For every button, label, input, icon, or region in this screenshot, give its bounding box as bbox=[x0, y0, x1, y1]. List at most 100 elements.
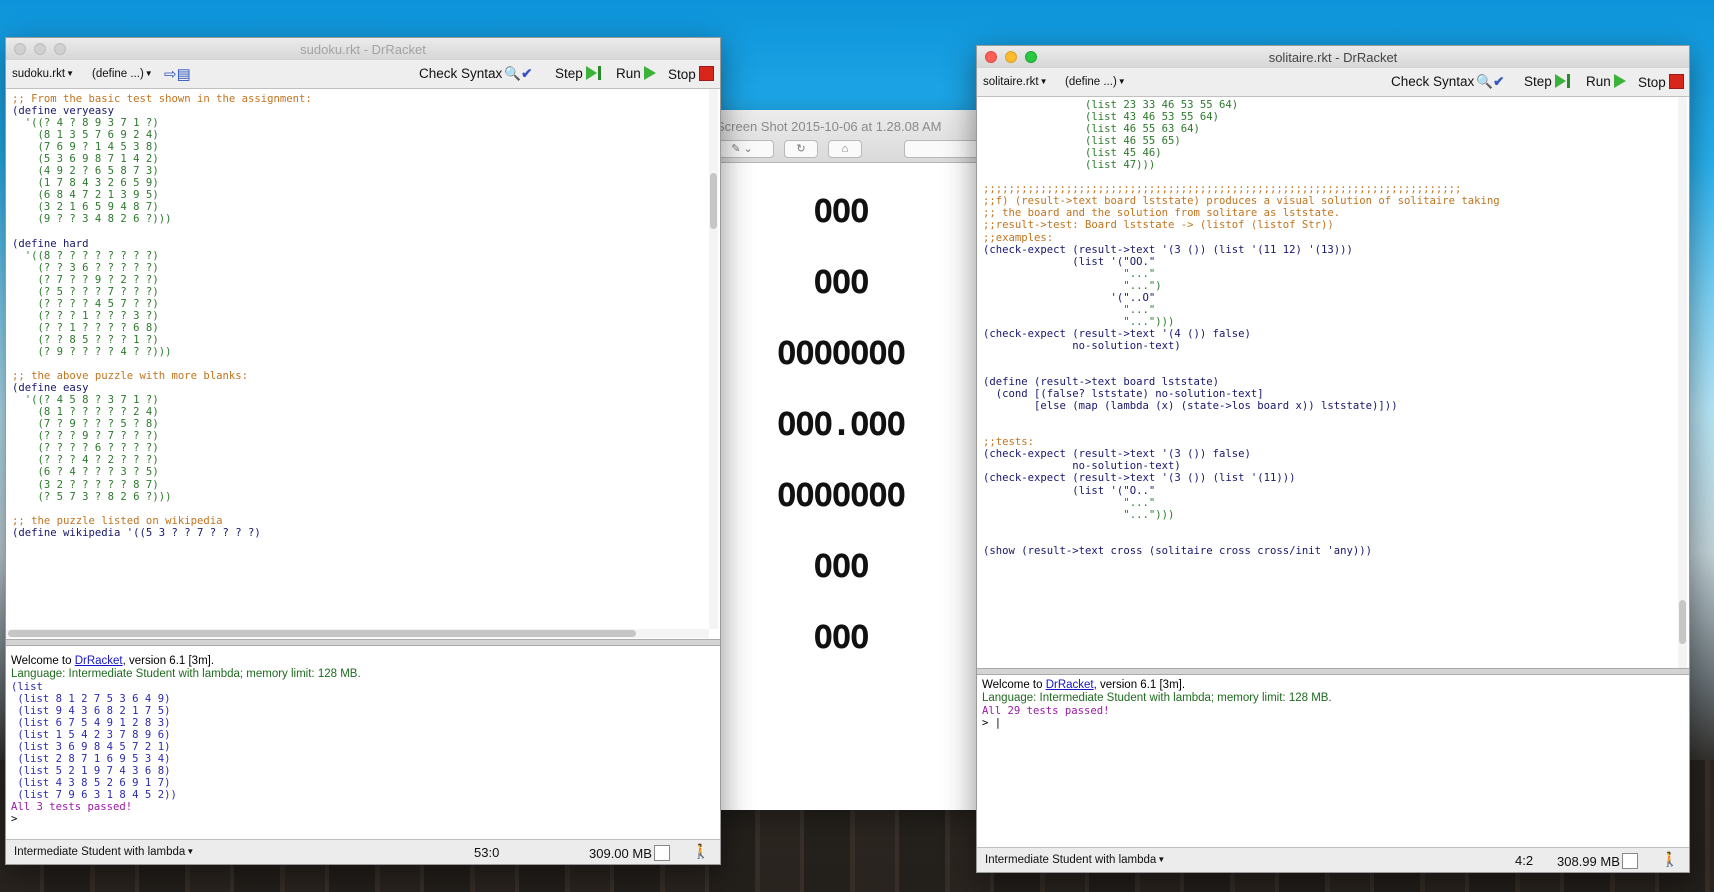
code-line: "..." bbox=[1123, 496, 1156, 509]
board-row-3: OOOOOOO bbox=[777, 334, 906, 372]
code-line: (8 1 3 5 7 6 9 2 4) bbox=[37, 129, 159, 142]
definitions-code[interactable]: (list 23 33 46 53 55 64) (list 43 46 53 … bbox=[977, 97, 1678, 557]
status-bar: Intermediate Student with lambda▼ 53:0 3… bbox=[6, 839, 720, 864]
check-syntax-button[interactable]: Check Syntax 🔍✔ bbox=[419, 66, 532, 82]
language-label: Intermediate Student with lambda bbox=[14, 846, 186, 858]
stop-button[interactable]: Stop bbox=[668, 66, 714, 82]
rotate-icon: ↻ bbox=[796, 143, 806, 155]
definitions-code[interactable]: ;; From the basic test shown in the assi… bbox=[6, 89, 709, 539]
stop-label: Stop bbox=[1638, 75, 1666, 90]
preview-title: Screen Shot 2015-10-06 at 1.28.08 AM bbox=[716, 119, 942, 134]
code-line: (? ? ? ? 6 ? ? ? ?) bbox=[37, 442, 159, 455]
step-button[interactable]: Step bbox=[555, 66, 601, 83]
code-line: (3 2 ? ? ? ? ? 8 7) bbox=[37, 478, 159, 491]
welcome-line: Welcome to DrRacket, version 6.1 [3m]. bbox=[977, 679, 1689, 692]
code-line: (define hard bbox=[12, 237, 89, 250]
check-syntax-label: Check Syntax bbox=[419, 66, 503, 81]
code-line: ;; the puzzle listed on wikipedia bbox=[12, 514, 223, 527]
code-line: (define easy bbox=[12, 382, 89, 395]
file-menu[interactable]: sudoku.rkt▼ bbox=[12, 68, 74, 80]
definitions-editor[interactable]: ;; From the basic test shown in the assi… bbox=[6, 89, 709, 629]
step-button[interactable]: Step bbox=[1524, 74, 1570, 91]
save-icon[interactable]: ⇨▤ bbox=[164, 65, 191, 83]
preview-window[interactable]: Screen Shot 2015-10-06 at 1.28.08 AM ✎ ⌄… bbox=[700, 110, 982, 810]
code-line: (? ? ? 1 ? ? ? 3 ?) bbox=[37, 309, 159, 322]
drracket-link[interactable]: DrRacket bbox=[1046, 679, 1094, 691]
stop-button[interactable]: Stop bbox=[1638, 74, 1684, 90]
welcome-text: Welcome to bbox=[982, 679, 1046, 691]
scroll-thumb[interactable] bbox=[1679, 600, 1686, 644]
sudoku-drracket-window[interactable]: sudoku.rkt - DrRacket sudoku.rkt▼ (defin… bbox=[5, 37, 721, 865]
step-label: Step bbox=[555, 66, 583, 81]
code-line: ;;result->test: Board lststate -> (listo… bbox=[983, 219, 1334, 232]
welcome-line: Welcome to DrRacket, version 6.1 [3m]. bbox=[6, 655, 720, 668]
code-line: (check-expect (result->text '(3 ()) (lis… bbox=[983, 243, 1353, 256]
board-row-6: OOO bbox=[813, 547, 870, 585]
code-line: "...") bbox=[1123, 279, 1162, 292]
chevron-down-icon: ▼ bbox=[66, 69, 74, 78]
titlebar[interactable]: sudoku.rkt - DrRacket bbox=[6, 38, 720, 61]
memory-indicator[interactable]: 308.99 MB bbox=[1557, 853, 1638, 869]
language-menu[interactable]: Intermediate Student with lambda▼ bbox=[14, 846, 194, 858]
file-menu-label: sudoku.rkt bbox=[12, 68, 66, 80]
code-line: (? 5 ? ? ? 7 ? ? ?) bbox=[37, 285, 159, 298]
editor-vertical-scrollbar[interactable] bbox=[1678, 97, 1687, 668]
editor-horizontal-scrollbar[interactable] bbox=[6, 629, 709, 638]
step-icon bbox=[1554, 74, 1570, 91]
chevron-down-icon: ⌄ bbox=[743, 143, 753, 155]
language-line: Language: Intermediate Student with lamb… bbox=[982, 692, 1332, 704]
code-line: (? ? ? 9 ? 7 ? ? ?) bbox=[37, 430, 159, 443]
memory-indicator[interactable]: 309.00 MB bbox=[589, 845, 670, 861]
code-line: no-solution-text) bbox=[1072, 339, 1181, 352]
pane-divider[interactable] bbox=[977, 668, 1689, 675]
code-line: (4 9 2 ? 6 5 8 7 3) bbox=[37, 165, 159, 178]
interactions-pane[interactable]: Welcome to DrRacket, version 6.1 [3m]. L… bbox=[977, 676, 1689, 848]
code-line: [else (map (lambda (x) (state->los board… bbox=[1034, 400, 1398, 413]
code-line: (7 ? 9 ? ? ? 5 ? 8) bbox=[37, 418, 159, 431]
code-line: (check-expect (result->text '(4 ()) fals… bbox=[983, 327, 1251, 340]
chevron-down-icon: ▼ bbox=[186, 847, 195, 856]
output-line: (list 1 5 4 2 3 7 8 9 6) bbox=[17, 729, 171, 742]
running-man-icon: 🚶 bbox=[692, 843, 710, 859]
toolbox-button[interactable]: ⌂ bbox=[828, 140, 862, 158]
code-line: '((? 4 ? 8 9 3 7 1 ?) bbox=[24, 117, 159, 130]
drracket-link[interactable]: DrRacket bbox=[75, 655, 123, 667]
repl-prompt[interactable]: > | bbox=[977, 717, 1689, 729]
code-line: (list 43 46 53 55 64) bbox=[1085, 111, 1219, 124]
code-line: (define veryeasy bbox=[12, 105, 115, 118]
pane-divider[interactable] bbox=[6, 639, 720, 646]
code-line: (? 7 ? ? 9 ? 2 ? ?) bbox=[37, 273, 159, 286]
solitaire-drracket-window[interactable]: solitaire.rkt - DrRacket solitaire.rkt▼ … bbox=[976, 45, 1690, 873]
cursor-position: 53:0 bbox=[474, 845, 500, 860]
code-line: ;;;;;;;;;;;;;;;;;;;;;;;;;;;;;;;;;;;;;;;;… bbox=[983, 183, 1462, 196]
definitions-editor[interactable]: (list 23 33 46 53 55 64) (list 43 46 53 … bbox=[977, 97, 1678, 668]
code-line: '("..O" bbox=[1110, 291, 1156, 304]
repl-prompt[interactable]: > bbox=[6, 813, 720, 825]
code-line: no-solution-text) bbox=[1072, 460, 1181, 473]
code-line: (6 ? 4 ? ? ? 3 ? 5) bbox=[37, 466, 159, 479]
version-text: , version 6.1 [3m]. bbox=[122, 655, 215, 667]
run-button[interactable]: Run bbox=[1586, 74, 1626, 89]
check-syntax-button[interactable]: Check Syntax 🔍✔ bbox=[1391, 74, 1504, 90]
define-menu[interactable]: (define ...)▼ bbox=[92, 68, 153, 80]
define-menu[interactable]: (define ...)▼ bbox=[1065, 76, 1126, 88]
memory-box bbox=[653, 845, 670, 861]
preview-search-input[interactable] bbox=[904, 140, 982, 158]
file-menu[interactable]: solitaire.rkt▼ bbox=[983, 76, 1048, 88]
chevron-down-icon: ▼ bbox=[1157, 855, 1166, 864]
code-line: (list 47))) bbox=[1085, 159, 1156, 172]
rotate-button[interactable]: ↻ bbox=[784, 140, 818, 158]
preview-titlebar[interactable]: Screen Shot 2015-10-06 at 1.28.08 AM ✎ ⌄… bbox=[700, 110, 982, 163]
code-line: (show (result->text cross (solitaire cro… bbox=[983, 544, 1373, 557]
code-line: '((? 4 5 8 ? 3 7 1 ?) bbox=[24, 394, 159, 407]
titlebar[interactable]: solitaire.rkt - DrRacket bbox=[977, 46, 1689, 69]
code-line: ;; From the basic test shown in the assi… bbox=[12, 93, 312, 105]
run-button[interactable]: Run bbox=[616, 66, 656, 81]
magnifier-check-icon: 🔍✔ bbox=[1476, 74, 1505, 89]
scroll-thumb[interactable] bbox=[710, 173, 717, 229]
interactions-pane[interactable]: Welcome to DrRacket, version 6.1 [3m]. L… bbox=[6, 647, 720, 840]
editor-vertical-scrollbar[interactable] bbox=[709, 89, 718, 629]
output-line: (list bbox=[11, 681, 43, 693]
language-menu[interactable]: Intermediate Student with lambda▼ bbox=[985, 854, 1165, 866]
scroll-thumb[interactable] bbox=[8, 630, 636, 637]
